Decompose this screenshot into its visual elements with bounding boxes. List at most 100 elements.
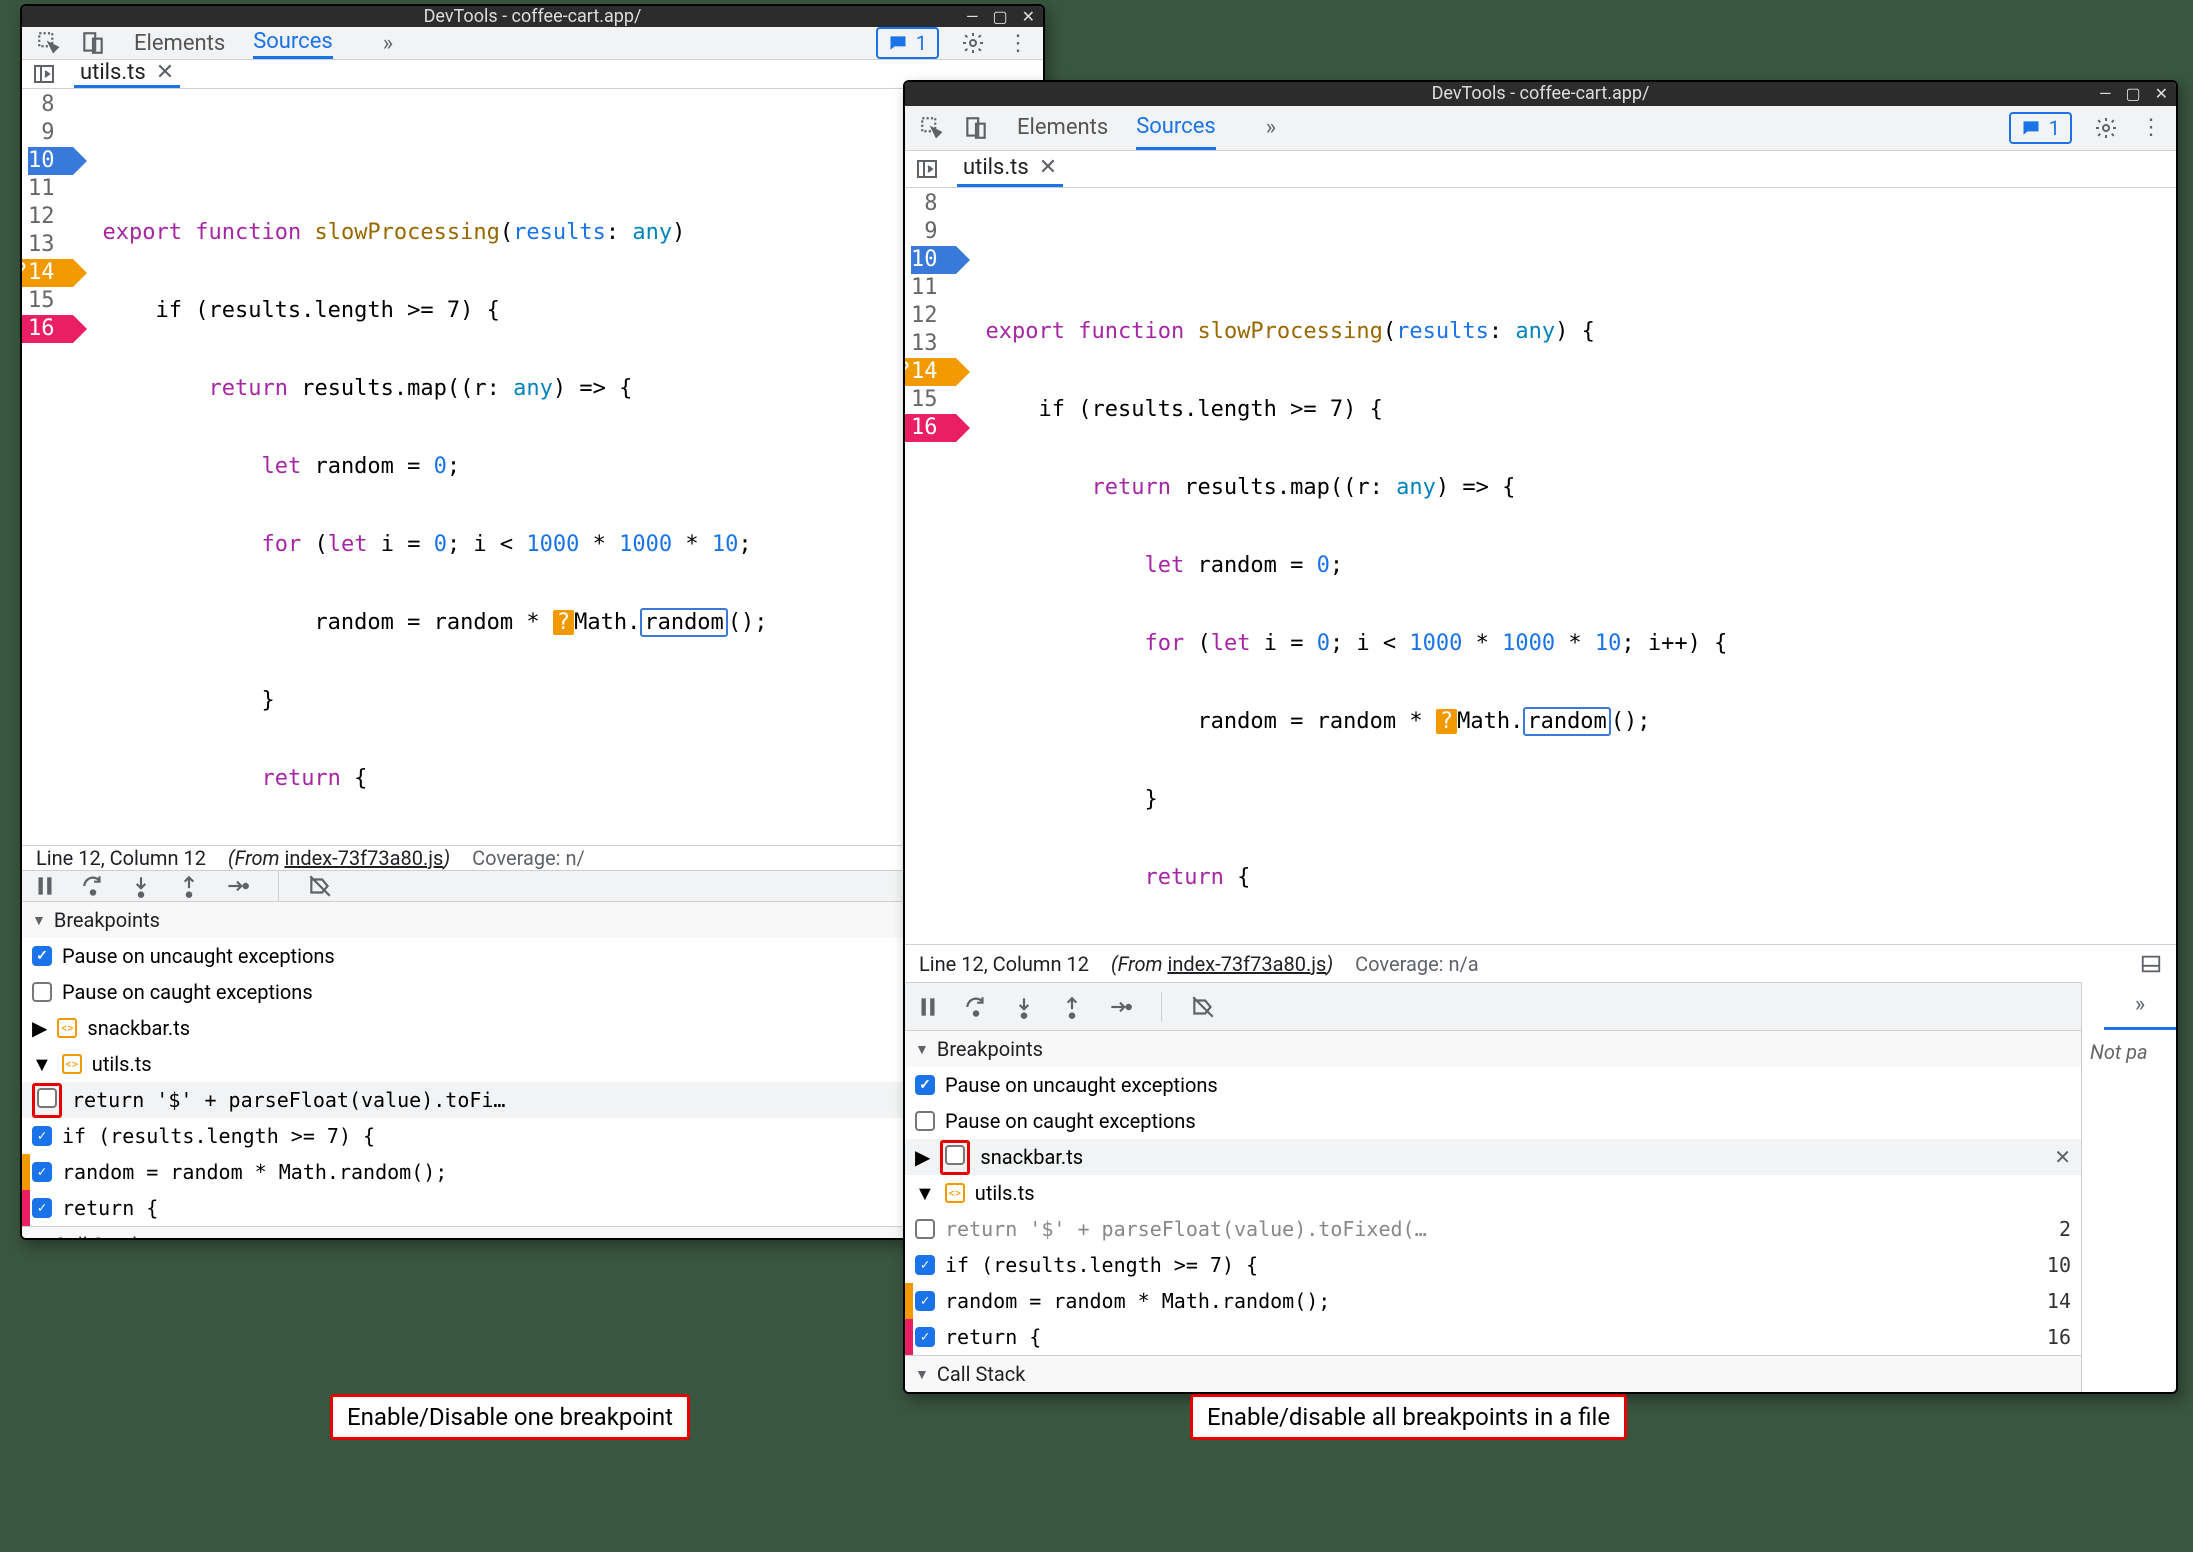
collapse-icon[interactable] <box>2140 953 2162 975</box>
step-out-icon[interactable] <box>176 873 202 899</box>
titlebar: DevTools - coffee-cart.app/ — ▢ ✕ <box>22 6 1043 27</box>
pause-icon[interactable] <box>32 873 58 899</box>
window-controls: — ▢ ✕ <box>2099 84 2168 103</box>
checkbox-icon[interactable] <box>915 1291 935 1311</box>
close-icon[interactable]: ✕ <box>2155 84 2168 103</box>
breakpoint-row[interactable]: if (results.length >= 7) {10 <box>22 1118 1043 1154</box>
issues-counter[interactable]: 1 <box>876 27 939 59</box>
titlebar: DevTools - coffee-cart.app/ — ▢ ✕ <box>905 82 2176 106</box>
inspect-icon[interactable] <box>919 115 945 141</box>
checkbox-icon[interactable] <box>32 1126 52 1146</box>
close-tab-icon[interactable]: ✕ <box>1039 155 1057 180</box>
pause-uncaught-row[interactable]: Pause on uncaught exceptions <box>905 1067 2081 1103</box>
conditional-breakpoint-marker[interactable]: 14 <box>911 358 956 386</box>
breakpoint-marker[interactable]: 10 <box>911 246 956 274</box>
breakpoint-file-group[interactable]: ▼<>utils.ts <box>22 1046 1043 1082</box>
kebab-icon[interactable]: ⋮ <box>2140 115 2162 140</box>
line-gutter[interactable]: 8 9 10 11 12 13 14 15 16 <box>905 188 966 944</box>
window-title: DevTools - coffee-cart.app/ <box>1432 83 1650 104</box>
callstack-panel: ▼Call Stack <box>22 1226 1043 1240</box>
tab-sources[interactable]: Sources <box>253 27 333 59</box>
breakpoint-row[interactable]: random = random * Math.random();14 <box>905 1283 2081 1319</box>
step-icon[interactable] <box>1107 994 1133 1020</box>
checkbox-icon[interactable] <box>915 1111 935 1131</box>
message-icon <box>2021 118 2041 138</box>
kebab-icon[interactable]: ⋮ <box>1007 31 1029 56</box>
breakpoint-row[interactable]: return '$' + parseFloat(value).toFi… ✎✕2 <box>22 1082 1043 1118</box>
device-icon[interactable] <box>80 30 106 56</box>
close-icon[interactable]: ✕ <box>1022 7 1035 26</box>
file-tab-utils[interactable]: utils.ts ✕ <box>74 60 180 88</box>
breakpoints-header[interactable]: ▼Breakpoints <box>22 902 1043 938</box>
checkbox-icon[interactable] <box>915 1327 935 1347</box>
breakpoint-file-group[interactable]: ▼<>utils.ts <box>905 1175 2081 1211</box>
device-icon[interactable] <box>963 115 989 141</box>
gear-icon[interactable] <box>961 31 985 55</box>
minimize-icon[interactable]: — <box>966 7 979 26</box>
maximize-icon[interactable]: ▢ <box>2125 84 2140 103</box>
step-over-icon[interactable] <box>963 994 989 1020</box>
more-tabs-icon[interactable]: » <box>2104 982 2176 1030</box>
breakpoint-row[interactable]: random = random * Math.random();14 <box>22 1154 1043 1190</box>
checkbox-icon[interactable] <box>32 946 52 966</box>
step-into-icon[interactable] <box>1011 994 1037 1020</box>
close-tab-icon[interactable]: ✕ <box>156 60 174 85</box>
checkbox-icon[interactable] <box>945 1145 965 1165</box>
file-tab-utils[interactable]: utils.ts ✕ <box>957 151 1063 188</box>
checkbox-icon[interactable] <box>915 1219 935 1239</box>
line-gutter[interactable]: 8 9 10 11 12 13 14 15 16 <box>22 89 83 845</box>
code-editor[interactable]: 8 9 10 11 12 13 14 15 16 export function… <box>22 89 1043 845</box>
show-navigator-icon[interactable] <box>915 157 939 181</box>
breakpoints-header[interactable]: ▼Breakpoints <box>905 1031 2081 1067</box>
checkbox-icon[interactable] <box>32 1198 52 1218</box>
more-tabs-icon[interactable]: » <box>1266 115 1276 140</box>
tab-elements[interactable]: Elements <box>134 27 225 59</box>
remove-icon[interactable]: ✕ <box>2054 1145 2071 1169</box>
tab-sources[interactable]: Sources <box>1136 106 1216 150</box>
checkbox-icon[interactable] <box>37 1088 57 1108</box>
code-content[interactable]: export function slowProcessing(results: … <box>966 188 1728 944</box>
conditional-breakpoint-marker[interactable]: 14 <box>28 259 73 287</box>
breakpoint-row[interactable]: return {16 <box>905 1319 2081 1355</box>
callstack-header[interactable]: ▼Call Stack <box>22 1227 1043 1240</box>
code-content[interactable]: export function slowProcessing(results: … <box>83 89 768 845</box>
minimize-icon[interactable]: — <box>2099 84 2112 103</box>
checkbox-icon[interactable] <box>915 1255 935 1275</box>
breakpoint-file-group[interactable]: ▶<>snackbar.ts <box>22 1010 1043 1046</box>
deactivate-breakpoints-icon[interactable] <box>307 873 333 899</box>
pause-uncaught-row[interactable]: Pause on uncaught exceptions <box>22 938 1043 974</box>
file-tabs: utils.ts ✕ <box>905 151 2176 189</box>
breakpoint-row[interactable]: return '$' + parseFloat(value).toFixed(…… <box>905 1211 2081 1247</box>
step-icon[interactable] <box>224 873 250 899</box>
code-editor[interactable]: 8 9 10 11 12 13 14 15 16 export function… <box>905 188 2176 944</box>
deactivate-breakpoints-icon[interactable] <box>1190 994 1216 1020</box>
more-tabs-icon[interactable]: » <box>383 31 393 56</box>
editor-statusbar: Line 12, Column 12 (From index-73f73a80.… <box>905 944 2176 982</box>
pause-caught-row[interactable]: Pause on caught exceptions <box>22 974 1043 1010</box>
breakpoint-row[interactable]: if (results.length >= 7) {10 <box>905 1247 2081 1283</box>
pause-icon[interactable] <box>915 994 941 1020</box>
breakpoint-row[interactable]: return {16 <box>22 1190 1043 1226</box>
pause-caught-row[interactable]: Pause on caught exceptions <box>905 1103 2081 1139</box>
source-map-from: (From index-73f73a80.js) <box>1111 952 1333 976</box>
file-tabs: utils.ts ✕ <box>22 60 1043 89</box>
show-navigator-icon[interactable] <box>32 62 56 86</box>
step-over-icon[interactable] <box>80 873 106 899</box>
logpoint-marker[interactable]: 16 <box>911 414 956 442</box>
maximize-icon[interactable]: ▢ <box>992 7 1007 26</box>
breakpoint-file-group[interactable]: ▶ snackbar.ts ✕ <box>905 1139 2081 1175</box>
logpoint-marker[interactable]: 16 <box>28 315 73 343</box>
breakpoint-marker[interactable]: 10 <box>28 147 73 175</box>
checkbox-icon[interactable] <box>32 1162 52 1182</box>
issues-counter[interactable]: 1 <box>2009 112 2072 144</box>
callstack-header[interactable]: ▼Call Stack <box>905 1356 2081 1392</box>
step-out-icon[interactable] <box>1059 994 1085 1020</box>
step-into-icon[interactable] <box>128 873 154 899</box>
tab-elements[interactable]: Elements <box>1017 106 1108 150</box>
window-controls: — ▢ ✕ <box>966 7 1035 26</box>
breakpoints-panel: ▼Breakpoints Pause on uncaught exception… <box>22 901 1043 1226</box>
gear-icon[interactable] <box>2094 116 2118 140</box>
checkbox-icon[interactable] <box>32 982 52 1002</box>
inspect-icon[interactable] <box>36 30 62 56</box>
checkbox-icon[interactable] <box>915 1075 935 1095</box>
